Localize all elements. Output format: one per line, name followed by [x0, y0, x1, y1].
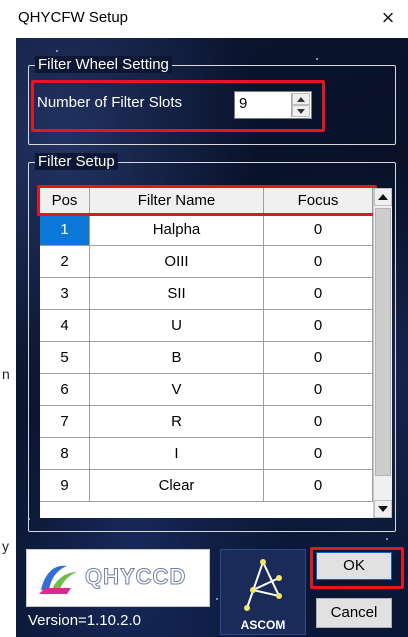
table-row[interactable]: 1 Halpha 0 — [40, 214, 373, 246]
filter-slots-value[interactable]: 9 — [239, 95, 247, 112]
cell-focus[interactable]: 0 — [264, 470, 373, 502]
table-row[interactable]: 7 R 0 — [40, 406, 373, 438]
spinner-down-button[interactable] — [292, 105, 310, 117]
cell-filter-name[interactable]: SII — [90, 278, 264, 310]
scroll-up-button[interactable] — [374, 188, 392, 206]
filter-setup-label: Filter Setup — [35, 153, 118, 170]
window-title: QHYCFW Setup — [18, 9, 129, 26]
cell-focus[interactable]: 0 — [264, 214, 373, 246]
cell-pos[interactable]: 2 — [40, 246, 90, 278]
scrollbar-thumb[interactable] — [375, 208, 391, 476]
dialog-client-area: Filter Wheel Setting Number of Filter Sl… — [16, 38, 408, 637]
cell-focus[interactable]: 0 — [264, 278, 373, 310]
cell-pos[interactable]: 4 — [40, 310, 90, 342]
arrow-down-icon — [378, 506, 388, 512]
cell-focus[interactable]: 0 — [264, 342, 373, 374]
filter-wheel-setting-label: Filter Wheel Setting — [35, 56, 172, 73]
star-decoration — [386, 538, 388, 540]
table-row[interactable]: 2 OIII 0 — [40, 246, 373, 278]
cell-pos[interactable]: 3 — [40, 278, 90, 310]
star-decoration — [56, 50, 58, 52]
cell-focus[interactable]: 0 — [264, 374, 373, 406]
close-icon[interactable]: × — [376, 4, 400, 32]
cell-filter-name[interactable]: OIII — [90, 246, 264, 278]
header-highlight-box — [37, 185, 377, 216]
arrow-up-icon — [297, 97, 305, 102]
spinner-buttons — [291, 93, 310, 117]
cell-filter-name[interactable]: Halpha — [90, 214, 264, 246]
qhycfw-setup-dialog: QHYCFW Setup × Filter Wheel Setting Numb… — [16, 0, 408, 637]
table-row[interactable]: 8 I 0 — [40, 438, 373, 470]
cell-focus[interactable]: 0 — [264, 406, 373, 438]
table-row[interactable]: 3 SII 0 — [40, 278, 373, 310]
cell-filter-name[interactable]: Clear — [90, 470, 264, 502]
cell-filter-name[interactable]: V — [90, 374, 264, 406]
cell-focus[interactable]: 0 — [264, 246, 373, 278]
ascom-constellation-icon — [244, 559, 282, 611]
table-row[interactable]: 9 Clear 0 — [40, 470, 373, 502]
star-decoration — [216, 598, 218, 600]
table-row[interactable]: 6 V 0 — [40, 374, 373, 406]
title-bar[interactable]: QHYCFW Setup × — [16, 0, 408, 38]
table-row[interactable]: 5 B 0 — [40, 342, 373, 374]
cell-filter-name[interactable]: R — [90, 406, 264, 438]
cell-filter-name[interactable]: B — [90, 342, 264, 374]
cell-pos[interactable]: 5 — [40, 342, 90, 374]
filter-slots-spinner[interactable]: 9 — [234, 91, 312, 119]
cell-filter-name[interactable]: U — [90, 310, 264, 342]
cancel-button[interactable]: Cancel — [316, 598, 392, 628]
scroll-down-button[interactable] — [374, 500, 392, 518]
table-vertical-scrollbar[interactable] — [373, 188, 392, 518]
ascom-logo: ASCOM — [220, 549, 306, 635]
cell-filter-name[interactable]: I — [90, 438, 264, 470]
cell-pos[interactable]: 7 — [40, 406, 90, 438]
ok-button[interactable]: OK — [316, 552, 392, 580]
qhyccd-logo-icon — [39, 565, 77, 594]
background-page-strip: n y — [0, 0, 16, 637]
cell-pos[interactable]: 9 — [40, 470, 90, 502]
arrow-up-icon — [378, 194, 388, 200]
arrow-down-icon — [297, 109, 305, 114]
star-decoration — [316, 58, 318, 60]
cell-pos[interactable]: 8 — [40, 438, 90, 470]
cell-focus[interactable]: 0 — [264, 438, 373, 470]
ascom-label: ASCOM — [240, 618, 286, 632]
background-char: y — [2, 538, 9, 554]
background-char: n — [2, 366, 10, 382]
number-of-filter-slots-label: Number of Filter Slots — [37, 94, 183, 111]
cell-focus[interactable]: 0 — [264, 310, 373, 342]
cell-pos[interactable]: 6 — [40, 374, 90, 406]
filter-table: Pos Filter Name Focus 1 Halpha 0 2 OIII … — [40, 188, 373, 518]
cell-pos[interactable]: 1 — [40, 214, 90, 246]
qhyccd-logo-text: QHYCCD — [84, 564, 187, 590]
version-label: Version=1.10.2.0 — [28, 612, 142, 629]
spinner-up-button[interactable] — [292, 93, 310, 105]
table-row[interactable]: 4 U 0 — [40, 310, 373, 342]
qhyccd-logo: QHYCCD — [26, 549, 210, 607]
